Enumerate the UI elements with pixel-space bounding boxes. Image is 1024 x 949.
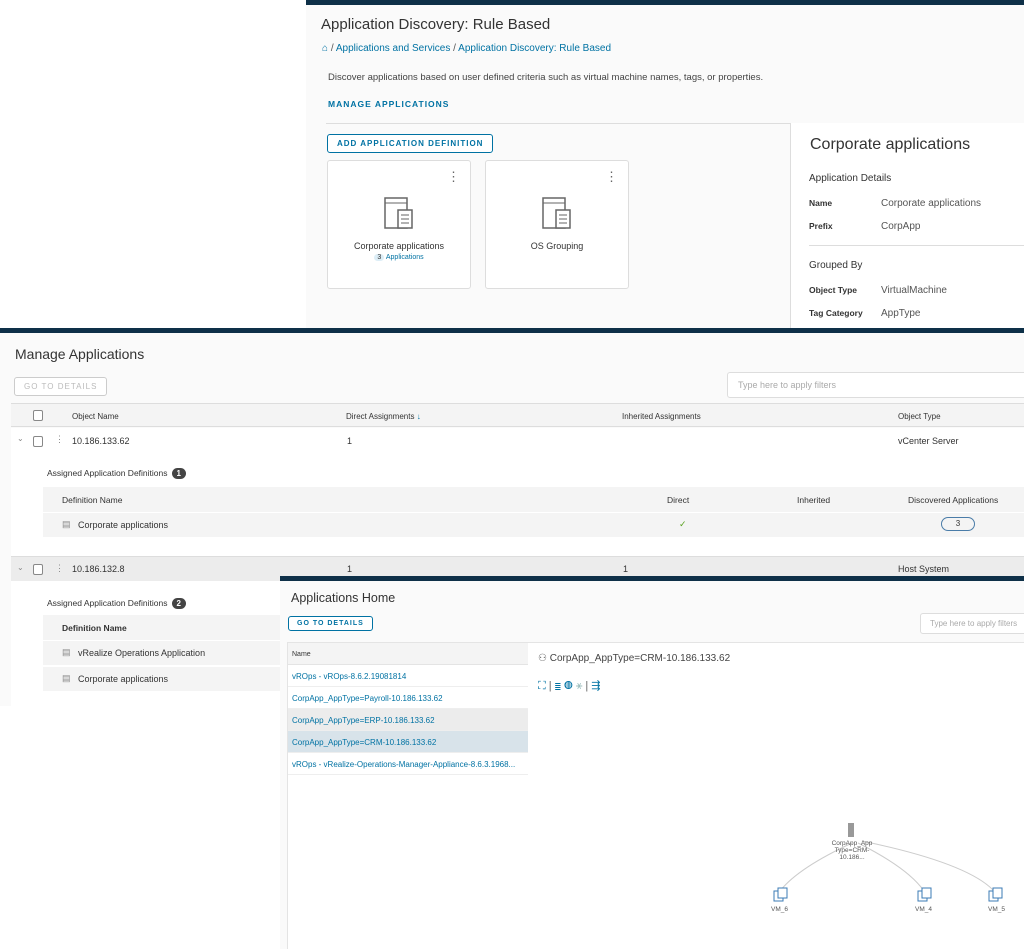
applications-list: Name vROps - vROps-8.6.2.19081814 CorpAp…: [287, 642, 529, 949]
applications-link[interactable]: Applications: [386, 254, 424, 261]
application-node-icon: [848, 823, 854, 837]
go-to-details-button[interactable]: GO TO DETAILS: [14, 377, 108, 396]
name-value: Corporate applications: [881, 198, 982, 209]
name-label: Name: [809, 198, 833, 208]
table-header: Object Name Direct Assignments ↓ Inherit…: [11, 403, 1024, 427]
list-header: Name: [288, 643, 528, 665]
definition-icon: ▤: [62, 519, 71, 529]
column-inherited: Inherited: [797, 495, 831, 505]
object-type-value: VirtualMachine: [881, 285, 947, 296]
page-title: Application Discovery: Rule Based: [321, 16, 551, 33]
object-type: vCenter Server: [898, 436, 959, 446]
object-type: Host System: [898, 564, 950, 574]
column-inherited-assignments[interactable]: Inherited Assignments: [622, 412, 701, 421]
row-menu-icon[interactable]: ⋮: [55, 563, 64, 574]
card-corporate-applications[interactable]: ⋮ Corporate applications 3 Applications: [327, 160, 471, 289]
manage-applications-link[interactable]: MANAGE APPLICATIONS: [328, 99, 449, 109]
count-badge: 2: [171, 598, 186, 609]
row-menu-icon[interactable]: ⋮: [55, 434, 64, 445]
card-title: Corporate applications: [353, 241, 445, 251]
home-title: Applications Home: [291, 591, 396, 605]
more-options-icon[interactable]: ⋮: [605, 169, 618, 185]
definition-name: vRealize Operations Application: [78, 648, 206, 658]
more-options-icon[interactable]: ⋮: [447, 169, 460, 185]
sort-down-icon: ↓: [416, 412, 421, 421]
topology-pane: ⚇ CorpApp_AppType=CRM-10.186.133.62 ⛶|≣◍…: [528, 642, 1024, 949]
sub-table-header: Definition Name: [43, 615, 283, 640]
definition-row[interactable]: ▤ Corporate applications: [43, 667, 283, 691]
column-object-name[interactable]: Object Name: [72, 412, 119, 421]
breadcrumb-applications-services[interactable]: Applications and Services: [336, 43, 451, 54]
node-label[interactable]: VM_4: [915, 906, 932, 913]
breadcrumb: ⌂ / Applications and Services / Applicat…: [322, 43, 612, 54]
column-direct-assignments[interactable]: Direct Assignments ↓: [346, 412, 421, 421]
application-icon: [384, 197, 413, 229]
check-icon: ✓: [679, 519, 687, 529]
definition-icon: ▤: [62, 647, 71, 657]
definition-name: Corporate applications: [78, 520, 169, 530]
object-name: 10.186.133.62: [72, 436, 130, 446]
table-row[interactable]: ⌄ ⋮ 10.186.133.62 1 vCenter Server Assig…: [11, 428, 1024, 556]
definition-row[interactable]: ▤ Corporate applications ✓ 3: [43, 513, 1024, 537]
node-label[interactable]: VM_6: [771, 906, 788, 913]
count-badge: 1: [171, 468, 186, 479]
application-discovery-panel: Application Discovery: Rule Based ⌂ / Ap…: [306, 0, 1024, 330]
prefix-value: CorpApp: [881, 221, 921, 232]
object-name: 10.186.132.8: [72, 564, 125, 574]
row-checkbox[interactable]: [33, 436, 43, 447]
column-definition-name: Definition Name: [62, 623, 127, 633]
direct-assignments: 1: [347, 564, 353, 574]
filter-input[interactable]: Type here to apply filters: [920, 613, 1024, 634]
count-badge: 3: [374, 254, 385, 261]
sub-table-header: Definition Name Direct Inherited Discove…: [43, 487, 1024, 512]
filter-input[interactable]: Type here to apply filters: [727, 372, 1024, 398]
edge: [861, 840, 995, 892]
add-application-definition-button[interactable]: ADD APPLICATION DEFINITION: [327, 134, 494, 153]
discovered-count-button[interactable]: 3: [941, 517, 975, 531]
list-item[interactable]: CorpApp_AppType=ERP-10.186.133.62: [288, 709, 528, 731]
column-discovered-applications: Discovered Applications: [908, 495, 999, 505]
definition-icon: ▤: [62, 673, 71, 683]
breadcrumb-current[interactable]: Application Discovery: Rule Based: [458, 43, 611, 54]
card-os-grouping[interactable]: ⋮ OS Grouping: [485, 160, 629, 289]
go-to-details-button[interactable]: GO TO DETAILS: [288, 616, 373, 631]
expanded-row-details: Assigned Application Definitions 2 Defini…: [11, 581, 283, 706]
card-title: OS Grouping: [530, 241, 584, 251]
assigned-definitions-label: Assigned Application Definitions 2: [47, 598, 186, 609]
column-definition-name: Definition Name: [62, 495, 123, 505]
assigned-definitions-label: Assigned Application Definitions 1: [47, 468, 186, 479]
inherited-assignments: 1: [623, 564, 629, 574]
definition-row[interactable]: ▤ vRealize Operations Application: [43, 641, 283, 665]
divider: [809, 245, 1024, 246]
tag-category-value: AppType: [881, 308, 921, 319]
column-direct: Direct: [667, 495, 690, 505]
column-object-type[interactable]: Object Type: [898, 412, 941, 421]
row-checkbox[interactable]: [33, 564, 43, 575]
home-icon[interactable]: ⌂: [322, 43, 328, 54]
direct-assignments: 1: [347, 436, 353, 446]
prefix-label: Prefix: [809, 221, 833, 231]
expand-chevron-icon[interactable]: ⌄: [17, 563, 24, 572]
applications-home-panel: Applications Home GO TO DETAILS Type her…: [280, 576, 1024, 949]
description: Discover applications based on user defi…: [328, 72, 764, 83]
root-node-label[interactable]: CorpApp_App Type=CRM-10.186...: [826, 840, 878, 861]
select-all-checkbox[interactable]: [33, 410, 43, 421]
node-label[interactable]: VM_5: [988, 906, 1005, 913]
list-item-selected[interactable]: CorpApp_AppType=CRM-10.186.133.62: [288, 731, 528, 753]
section-grouped-by: Grouped By: [809, 260, 863, 271]
list-item[interactable]: CorpApp_AppType=Payroll-10.186.133.62: [288, 687, 528, 709]
application-icon: [542, 197, 571, 229]
applications-count[interactable]: 3 Applications: [328, 254, 470, 261]
details-pane: Corporate applications Application Detai…: [790, 123, 1024, 330]
expand-chevron-icon[interactable]: ⌄: [17, 434, 24, 443]
definition-name: Corporate applications: [78, 674, 169, 684]
manage-title: Manage Applications: [15, 346, 145, 362]
object-type-label: Object Type: [809, 285, 858, 295]
topology-graph: [773, 823, 1003, 902]
list-item[interactable]: vROps - vROps-8.6.2.19081814: [288, 665, 528, 687]
tag-category-label: Tag Category: [809, 308, 863, 318]
section-application-details: Application Details: [809, 173, 892, 184]
details-title: Corporate applications: [810, 136, 971, 153]
list-item[interactable]: vROps - vRealize-Operations-Manager-Appl…: [288, 753, 528, 775]
